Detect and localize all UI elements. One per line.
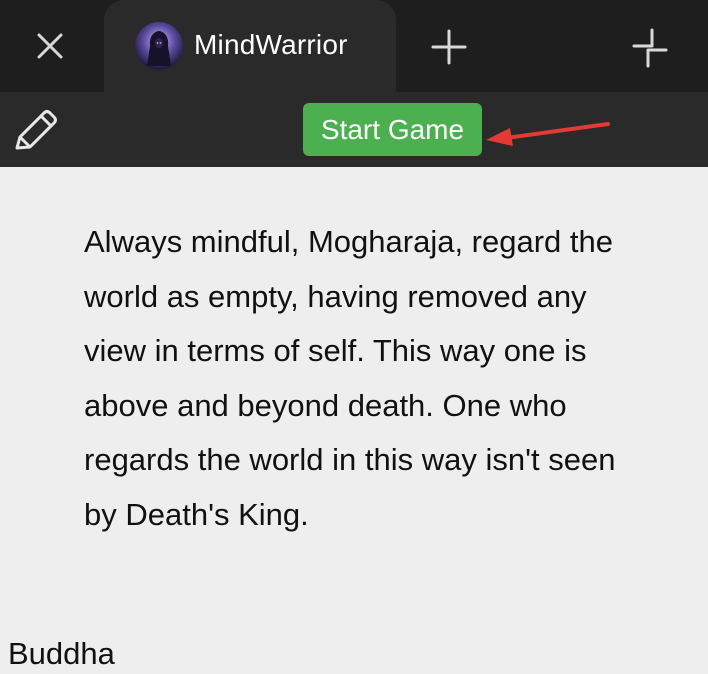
close-icon — [37, 33, 63, 59]
pencil-icon — [15, 110, 57, 150]
hooded-figure-avatar-icon — [135, 22, 183, 70]
content-area: Always mindful, Mogharaja, regard the wo… — [0, 167, 708, 671]
close-tab-button[interactable] — [30, 26, 70, 66]
expand-icon — [632, 28, 668, 68]
annotation-arrow-icon — [486, 122, 610, 146]
plus-icon — [431, 29, 467, 65]
tab-mindwarrior[interactable]: MindWarrior — [104, 0, 396, 92]
quote-author: Buddha — [8, 636, 115, 671]
quote-text: Always mindful, Mogharaja, regard the wo… — [84, 224, 616, 532]
start-game-button[interactable]: Start Game — [303, 103, 482, 156]
edit-button[interactable] — [10, 108, 62, 152]
new-tab-button[interactable] — [428, 26, 470, 68]
expand-button[interactable] — [628, 26, 672, 70]
tab-title: MindWarrior — [194, 29, 348, 60]
tab-bar: MindWarrior — [0, 0, 708, 92]
